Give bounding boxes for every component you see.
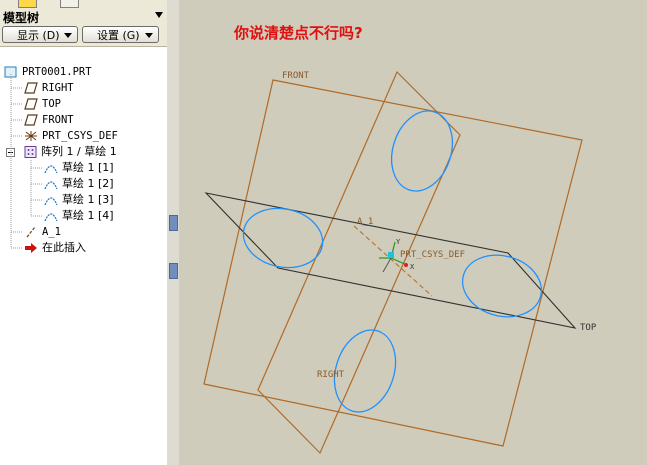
sketch-circle[interactable] <box>382 103 463 199</box>
csys-label: PRT_CSYS_DEF <box>400 250 465 260</box>
front-plane-label: FRONT <box>282 71 310 81</box>
collapse-panel-handle[interactable] <box>169 215 178 231</box>
display-button-label: 显示 (D) <box>17 29 60 42</box>
expand-panel-handle[interactable] <box>169 263 178 279</box>
model-tree-panel: 模型树 显示 (D) 设置 (G) PRT0001.PRT RIGHT TOP <box>0 0 168 465</box>
chevron-down-icon <box>64 33 72 38</box>
axis-label: A_1 <box>357 217 373 227</box>
graphics-viewport[interactable]: FRONT TOP RIGHT A_1 PRT_CSYS_DEF X Y 你说清… <box>179 0 647 465</box>
tab-model-tree[interactable] <box>18 0 37 8</box>
panel-splitter[interactable] <box>167 0 179 465</box>
display-button[interactable]: 显示 (D) <box>2 26 78 43</box>
model-geometry[interactable]: FRONT TOP RIGHT A_1 PRT_CSYS_DEF X Y <box>179 0 647 465</box>
panel-menu-icon[interactable] <box>155 12 163 18</box>
front-plane[interactable] <box>203 79 583 447</box>
sketch-circle[interactable] <box>238 201 328 274</box>
tab-folder-browser[interactable] <box>60 0 79 8</box>
panel-title: 模型树 <box>0 8 167 25</box>
right-plane[interactable] <box>257 70 461 455</box>
settings-button[interactable]: 设置 (G) <box>82 26 159 43</box>
tree-connector-lines <box>10 74 42 249</box>
right-plane-label: RIGHT <box>317 370 345 380</box>
settings-button-label: 设置 (G) <box>97 29 140 42</box>
annotation-text: 你说清楚点不行吗? <box>234 24 363 42</box>
csys-y-label: Y <box>396 238 401 246</box>
chevron-down-icon <box>145 33 153 38</box>
tree-toolbar: 显示 (D) 设置 (G) <box>0 24 167 47</box>
top-plane-label: TOP <box>580 323 597 333</box>
csys-x-label: X <box>410 263 415 271</box>
